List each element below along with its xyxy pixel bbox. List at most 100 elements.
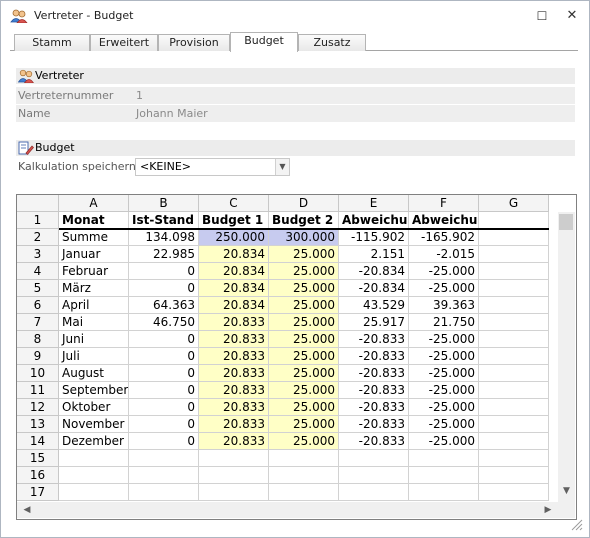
grid-cell[interactable]: 20.833 bbox=[199, 314, 269, 331]
grid-cell[interactable]: 0 bbox=[129, 416, 199, 433]
tab-provision[interactable]: Provision bbox=[158, 34, 230, 51]
grid-cell[interactable] bbox=[479, 331, 549, 348]
grid-cell[interactable]: 20.833 bbox=[199, 399, 269, 416]
grid-cell[interactable]: 20.833 bbox=[199, 348, 269, 365]
grid-cell[interactable] bbox=[59, 467, 129, 484]
grid-cell[interactable]: -2.015 bbox=[409, 246, 479, 263]
grid-cell[interactable]: -20.833 bbox=[339, 365, 409, 382]
grid-cell[interactable] bbox=[199, 467, 269, 484]
column-title-cell[interactable]: Budget 2 bbox=[269, 212, 339, 229]
grid-cell[interactable] bbox=[479, 399, 549, 416]
grid-cell[interactable]: Oktober bbox=[59, 399, 129, 416]
column-header[interactable]: F bbox=[409, 195, 479, 212]
grid-cell[interactable]: 0 bbox=[129, 382, 199, 399]
grid-cell[interactable]: Januar bbox=[59, 246, 129, 263]
grid-cell[interactable] bbox=[479, 280, 549, 297]
grid-cell[interactable]: 250.000 bbox=[199, 229, 269, 246]
grid-cell[interactable]: Juli bbox=[59, 348, 129, 365]
grid-cell[interactable]: 25.000 bbox=[269, 365, 339, 382]
grid-cell[interactable]: -20.833 bbox=[339, 382, 409, 399]
grid-cell[interactable] bbox=[59, 450, 129, 467]
grid-cell[interactable]: 0 bbox=[129, 348, 199, 365]
row-header[interactable]: 6 bbox=[17, 297, 59, 314]
grid-cell[interactable]: 25.000 bbox=[269, 399, 339, 416]
grid-cell[interactable]: Juni bbox=[59, 331, 129, 348]
column-title-cell[interactable]: Budget 1 bbox=[199, 212, 269, 229]
column-header[interactable]: D bbox=[269, 195, 339, 212]
grid-cell[interactable]: 25.917 bbox=[339, 314, 409, 331]
grid-cell[interactable]: 25.000 bbox=[269, 433, 339, 450]
grid-cell[interactable] bbox=[409, 467, 479, 484]
grid-cell[interactable]: 20.834 bbox=[199, 263, 269, 280]
grid-cell[interactable]: -165.902 bbox=[409, 229, 479, 246]
grid-cell[interactable] bbox=[479, 348, 549, 365]
grid-cell[interactable]: 134.098 bbox=[129, 229, 199, 246]
scroll-left-icon[interactable]: ◀ bbox=[19, 502, 35, 518]
row-header[interactable]: 15 bbox=[17, 450, 59, 467]
grid-cell[interactable] bbox=[479, 416, 549, 433]
scroll-thumb[interactable] bbox=[559, 214, 573, 230]
grid-cell[interactable]: -25.000 bbox=[409, 416, 479, 433]
horizontal-scrollbar[interactable]: ◀ ▶ bbox=[17, 502, 558, 518]
grid-cell[interactable]: 20.834 bbox=[199, 280, 269, 297]
grid-cell[interactable] bbox=[129, 484, 199, 501]
grid-cell[interactable] bbox=[339, 450, 409, 467]
grid-cell[interactable]: 20.834 bbox=[199, 297, 269, 314]
grid-cell[interactable]: 25.000 bbox=[269, 348, 339, 365]
grid-cell[interactable] bbox=[479, 467, 549, 484]
grid-cell[interactable]: -25.000 bbox=[409, 331, 479, 348]
chevron-down-icon[interactable]: ▼ bbox=[275, 159, 289, 175]
grid-cell[interactable]: 25.000 bbox=[269, 382, 339, 399]
grid-cell[interactable]: 25.000 bbox=[269, 246, 339, 263]
scroll-down-icon[interactable]: ▼ bbox=[558, 486, 575, 496]
row-header[interactable]: 17 bbox=[17, 484, 59, 501]
grid-cell[interactable]: 20.834 bbox=[199, 246, 269, 263]
grid-cell[interactable] bbox=[409, 484, 479, 501]
grid-cell[interactable] bbox=[479, 382, 549, 399]
grid-cell[interactable]: 20.833 bbox=[199, 433, 269, 450]
row-header[interactable]: 1 bbox=[17, 212, 59, 229]
row-header[interactable]: 5 bbox=[17, 280, 59, 297]
grid-cell[interactable]: 0 bbox=[129, 433, 199, 450]
row-header[interactable]: 4 bbox=[17, 263, 59, 280]
column-header[interactable]: B bbox=[129, 195, 199, 212]
grid-cell[interactable]: -20.833 bbox=[339, 348, 409, 365]
grid-cell[interactable]: -115.902 bbox=[339, 229, 409, 246]
grid-cell[interactable]: 22.985 bbox=[129, 246, 199, 263]
grid-cell[interactable]: 46.750 bbox=[129, 314, 199, 331]
grid-cell[interactable]: 20.833 bbox=[199, 382, 269, 399]
grid-cell[interactable]: 0 bbox=[129, 280, 199, 297]
column-header[interactable]: E bbox=[339, 195, 409, 212]
grid-cell[interactable]: 0 bbox=[129, 263, 199, 280]
grid-cell[interactable] bbox=[479, 433, 549, 450]
grid-cell[interactable]: 300.000 bbox=[269, 229, 339, 246]
grid-cell[interactable] bbox=[479, 314, 549, 331]
grid-cell[interactable] bbox=[479, 484, 549, 501]
grid-cell[interactable]: -20.834 bbox=[339, 263, 409, 280]
vertical-scrollbar[interactable]: ▼ bbox=[558, 212, 575, 502]
grid-cell[interactable]: 21.750 bbox=[409, 314, 479, 331]
tab-budget[interactable]: Budget bbox=[230, 32, 298, 52]
grid-cell[interactable]: 25.000 bbox=[269, 416, 339, 433]
column-title-cell[interactable]: Abweichu bbox=[339, 212, 409, 229]
grid-cell[interactable] bbox=[479, 246, 549, 263]
grid-cell[interactable] bbox=[479, 263, 549, 280]
row-header[interactable]: 13 bbox=[17, 416, 59, 433]
grid-cell[interactable]: August bbox=[59, 365, 129, 382]
scroll-right-icon[interactable]: ▶ bbox=[540, 502, 556, 518]
column-header[interactable]: A bbox=[59, 195, 129, 212]
grid-cell[interactable]: 25.000 bbox=[269, 280, 339, 297]
grid-cell[interactable] bbox=[199, 450, 269, 467]
resize-grip-icon[interactable] bbox=[569, 517, 583, 531]
grid-cell[interactable]: 20.833 bbox=[199, 365, 269, 382]
tab-stamm[interactable]: Stamm bbox=[14, 34, 90, 51]
grid-cell[interactable] bbox=[339, 467, 409, 484]
grid-cell[interactable] bbox=[59, 484, 129, 501]
row-header[interactable]: 9 bbox=[17, 348, 59, 365]
grid-cell[interactable]: -25.000 bbox=[409, 365, 479, 382]
grid-cell[interactable] bbox=[269, 467, 339, 484]
grid-cell[interactable]: -25.000 bbox=[409, 348, 479, 365]
row-header[interactable]: 10 bbox=[17, 365, 59, 382]
grid-cell[interactable]: 20.833 bbox=[199, 416, 269, 433]
row-header[interactable]: 7 bbox=[17, 314, 59, 331]
